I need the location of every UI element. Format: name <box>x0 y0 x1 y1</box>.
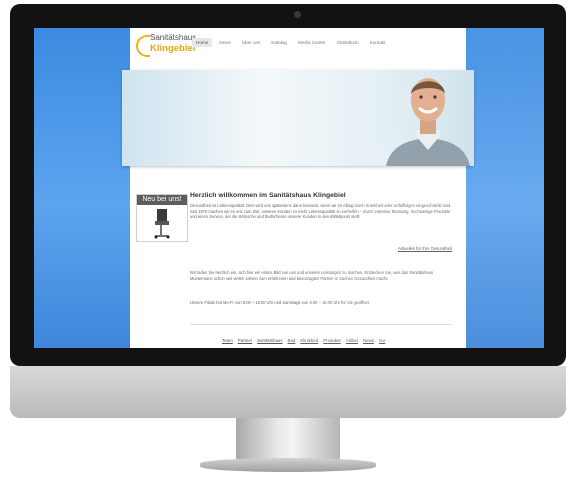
main-content: Herzlich willkommen im Sanitätshaus Klin… <box>190 192 456 220</box>
new-products-box[interactable]: Neu bei uns! <box>136 194 188 242</box>
smiling-man-photo <box>386 78 470 166</box>
nav-item-news[interactable]: News <box>215 38 235 47</box>
footer-links: Team Partner Sanitätshaus Bad Klinikbed … <box>222 338 385 343</box>
website-page: Sanitätshaus Klingebiel Home News Über u… <box>122 28 474 348</box>
main-navigation: Home News Über uns Katalog Media Center … <box>192 38 389 47</box>
monitor-screen: Sanitätshaus Klingebiel Home News Über u… <box>34 28 544 348</box>
news-link[interactable]: Aktuelles für Ihre Gesundheit <box>190 246 452 251</box>
logo-arc-icon <box>136 35 150 57</box>
monitor-stand-neck <box>236 418 340 460</box>
invitation-text: Wir laden Sie herzlich ein, sich hier ei… <box>190 270 434 281</box>
webcam-icon <box>294 11 301 18</box>
nav-item-contact[interactable]: Kontakt <box>366 38 390 47</box>
nav-item-home[interactable]: Home <box>192 38 213 47</box>
footer-link-produkte[interactable]: Produkte <box>323 338 341 343</box>
nav-item-media-center[interactable]: Media Center <box>294 38 330 47</box>
site-logo[interactable]: Sanitätshaus Klingebiel <box>136 32 196 58</box>
footer-link-sanitaetshaus[interactable]: Sanitätshaus <box>257 338 282 343</box>
footer-link-news[interactable]: News <box>363 338 374 343</box>
footer-link-bad[interactable]: Bad <box>288 338 296 343</box>
monitor-chin <box>10 366 566 418</box>
nav-item-about[interactable]: Über uns <box>238 38 265 47</box>
logo-line-2: Klingebiel <box>150 43 196 54</box>
logo-line-1: Sanitätshaus <box>150 33 197 42</box>
footer-link-partner[interactable]: Partner <box>238 338 252 343</box>
monitor-stand-base <box>200 458 376 472</box>
opening-hours: Unsere Filiale hat Mo-Fr von 8.00 – 18.0… <box>190 300 452 306</box>
opening-hours-text: Unsere Filiale hat Mo-Fr von 8.00 – 18.0… <box>190 300 370 305</box>
footer-link-team[interactable]: Team <box>222 338 233 343</box>
hero-banner <box>122 70 474 166</box>
welcome-heading: Herzlich willkommen im Sanitätshaus Klin… <box>190 192 346 199</box>
wheelchair-product-icon <box>154 209 170 239</box>
invitation-paragraph: Wir laden Sie herzlich ein, sich hier ei… <box>190 270 452 281</box>
sidebar-heading: Neu bei uns! <box>137 195 187 205</box>
intro-paragraph: Gesundheit ist Lebensqualität. Dies wird… <box>190 203 452 220</box>
footer-link-artikel[interactable]: Artikel <box>346 338 358 343</box>
footer-link-more[interactable]: nur <box>379 338 385 343</box>
footer-divider <box>190 324 452 325</box>
nav-item-guestbook[interactable]: Gästebuch <box>333 38 363 47</box>
footer-link-klinikbed[interactable]: Klinikbed <box>300 338 318 343</box>
nav-item-catalog[interactable]: Katalog <box>267 38 291 47</box>
